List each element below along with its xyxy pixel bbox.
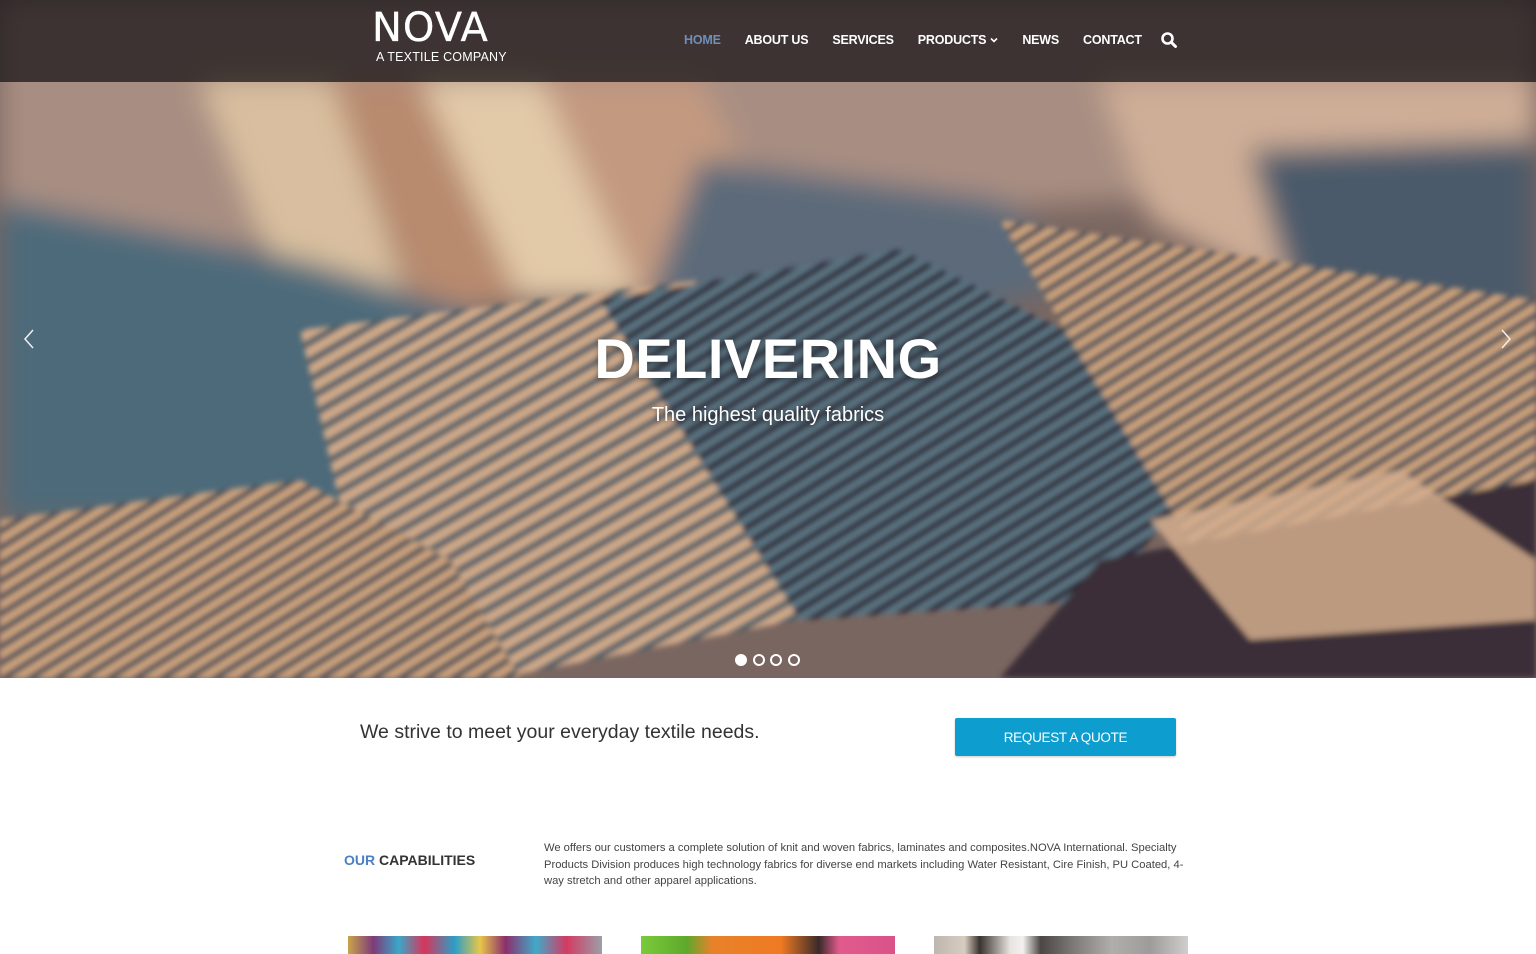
hero-subtitle: The highest quality fabrics [651, 404, 885, 426]
slide-dot-3[interactable] [770, 654, 782, 666]
tagline-text: We strive to meet your everyday textile … [360, 721, 760, 743]
nav-products[interactable]: PRODUCTS [918, 33, 999, 47]
chevron-right-icon[interactable] [1496, 326, 1518, 352]
logo[interactable]: NOVA A TEXTILE COMPANY [372, 8, 512, 68]
site-header: NOVA A TEXTILE COMPANY HOME ABOUT US SER… [0, 0, 1536, 82]
capability-image-yarn-spools[interactable] [348, 936, 602, 954]
nav-news[interactable]: NEWS [1022, 33, 1059, 47]
nav-services[interactable]: SERVICES [832, 33, 894, 47]
capability-image-factory-worker[interactable] [934, 936, 1188, 954]
main-nav: HOME ABOUT US SERVICES PRODUCTS NEWS CON… [684, 33, 1166, 47]
capabilities-heading-our: OUR [344, 852, 376, 868]
request-quote-button[interactable]: REQUEST A QUOTE [955, 718, 1176, 756]
slide-dot-4[interactable] [787, 654, 800, 666]
slider-pagination [735, 654, 805, 666]
hero-slider: NOVA A TEXTILE COMPANY HOME ABOUT US SER… [0, 0, 1536, 678]
logo-tagline: A TEXTILE COMPANY [376, 50, 507, 64]
chevron-down-icon [990, 37, 998, 43]
capabilities-description: We offers our customers a complete solut… [544, 842, 1184, 887]
capability-image-colored-fabrics[interactable] [641, 936, 895, 954]
capabilities-heading: OUR CAPABILITIES [344, 852, 475, 868]
nav-about-us[interactable]: ABOUT US [745, 33, 809, 47]
nav-contact[interactable]: CONTACT [1083, 33, 1142, 47]
nav-home[interactable]: HOME [684, 33, 721, 47]
logo-wordmark: NOVA [372, 5, 489, 51]
capabilities-heading-main: CAPABILITIES [379, 852, 476, 868]
hero-title: DELIVERING [594, 327, 942, 390]
nav-products-label: PRODUCTS [917, 33, 987, 47]
search-icon[interactable] [1160, 31, 1178, 49]
slide-dot-1[interactable] [735, 654, 747, 666]
slide-dot-2[interactable] [752, 654, 765, 666]
chevron-left-icon[interactable] [19, 326, 41, 352]
